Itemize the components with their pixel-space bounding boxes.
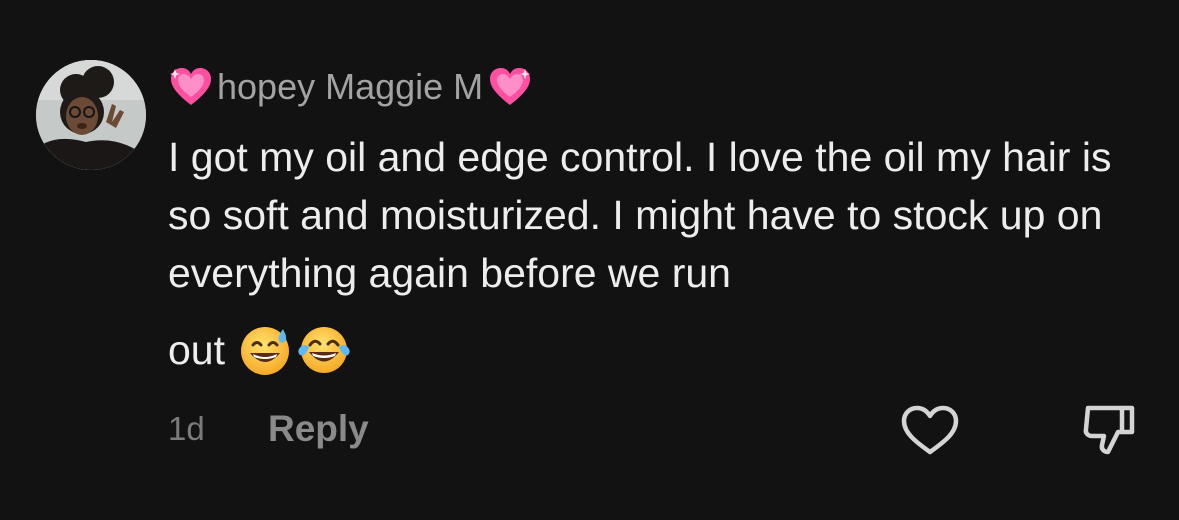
avatar[interactable] bbox=[36, 60, 146, 170]
heart-outline-icon bbox=[898, 405, 962, 462]
grinning-face-with-sweat-emoji bbox=[239, 323, 293, 377]
like-button[interactable] bbox=[898, 402, 962, 458]
thumbs-down-icon bbox=[1078, 405, 1138, 464]
face-with-tears-of-joy-emoji bbox=[297, 323, 351, 377]
comment-header: hopey Maggie M bbox=[168, 64, 533, 110]
username[interactable]: hopey Maggie M bbox=[217, 66, 483, 108]
reply-button[interactable]: Reply bbox=[268, 408, 369, 450]
comment-text-last-line: out bbox=[168, 320, 351, 380]
comment-text: I got my oil and edge control. I love th… bbox=[168, 134, 1112, 296]
comment-timestamp: 1d bbox=[168, 410, 205, 447]
dislike-button[interactable] bbox=[1078, 400, 1138, 460]
sparkling-heart-icon bbox=[487, 65, 533, 109]
sparkling-heart-icon bbox=[168, 65, 214, 109]
comment-text-end: out bbox=[168, 326, 225, 373]
